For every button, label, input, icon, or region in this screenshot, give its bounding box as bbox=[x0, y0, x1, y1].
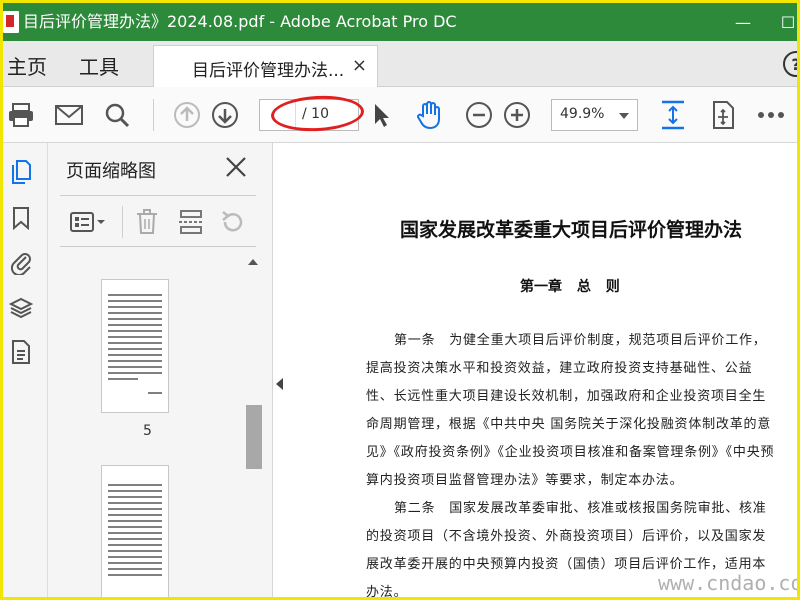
thumbnail-options-icon[interactable] bbox=[68, 208, 108, 236]
layers-icon[interactable] bbox=[8, 295, 34, 321]
rotate-page-icon[interactable] bbox=[218, 208, 248, 236]
minimize-button[interactable]: — bbox=[728, 9, 758, 35]
search-icon[interactable] bbox=[101, 99, 133, 131]
page-thumbnail[interactable] bbox=[101, 465, 169, 597]
zoom-in-icon[interactable] bbox=[501, 99, 533, 131]
collapse-panel-icon[interactable] bbox=[276, 378, 283, 390]
email-icon[interactable] bbox=[53, 99, 85, 131]
tab-document[interactable]: 目后评价管理办法... × bbox=[153, 45, 378, 87]
page-thumbnails-icon[interactable] bbox=[8, 159, 34, 185]
toolbar-divider bbox=[153, 99, 154, 131]
close-tab-button[interactable]: × bbox=[352, 55, 367, 76]
site-watermark: www.cndao.com bbox=[658, 571, 800, 595]
insert-page-icon[interactable] bbox=[176, 208, 206, 236]
zoom-level-dropdown[interactable]: 49.9% bbox=[551, 99, 638, 131]
panel-title: 页面缩略图 bbox=[66, 161, 156, 182]
scroll-up-icon[interactable] bbox=[248, 259, 258, 265]
paragraph-article-1: 第一条 为健全重大项目后评价制度，规范项目后评价工作，提高投资决策水平和投资效益… bbox=[366, 333, 775, 488]
page-number-box: / 10 bbox=[259, 99, 359, 131]
next-page-icon[interactable] bbox=[209, 99, 241, 131]
hand-tool-icon[interactable] bbox=[413, 99, 445, 131]
more-options-icon[interactable] bbox=[755, 99, 787, 131]
window-title: 目后评价管理办法》2024.08.pdf - Adobe Acrobat Pro… bbox=[23, 12, 457, 31]
page-total-label: / 10 bbox=[302, 106, 329, 122]
full-screen-icon[interactable] bbox=[707, 99, 739, 131]
zoom-level-value: 49.9% bbox=[560, 106, 605, 122]
chevron-down-icon bbox=[619, 113, 629, 119]
tab-row: 主页 工具 目后评价管理办法... × ? bbox=[3, 41, 797, 87]
page-thumbnail[interactable] bbox=[101, 279, 169, 413]
acrobat-app-icon bbox=[3, 11, 19, 33]
previous-page-icon[interactable] bbox=[171, 99, 203, 131]
title-bar: 目后评价管理办法》2024.08.pdf - Adobe Acrobat Pro… bbox=[3, 3, 797, 41]
acrobat-window: 目后评价管理办法》2024.08.pdf - Adobe Acrobat Pro… bbox=[0, 0, 800, 600]
bookmark-icon[interactable] bbox=[8, 205, 34, 231]
help-button[interactable]: ? bbox=[783, 51, 797, 77]
toolbar: / 10 49.9% bbox=[3, 87, 797, 143]
zoom-out-icon[interactable] bbox=[463, 99, 495, 131]
page-number-input[interactable] bbox=[260, 100, 296, 130]
page-thumbnails-panel: 页面缩略图 5 bbox=[48, 143, 273, 597]
tab-tools[interactable]: 工具 bbox=[79, 51, 119, 80]
print-icon[interactable] bbox=[5, 99, 37, 131]
scrollbar-thumb[interactable] bbox=[246, 405, 262, 469]
left-navigation-rail bbox=[3, 143, 48, 597]
document-title: 国家发展改革委重大项目后评价管理办法 bbox=[400, 219, 743, 241]
maximize-button[interactable]: ☐ bbox=[773, 9, 797, 35]
attachment-icon[interactable] bbox=[8, 249, 34, 275]
tab-home[interactable]: 主页 bbox=[7, 51, 47, 80]
thumbnail-page-number: 5 bbox=[143, 423, 152, 439]
chapter-heading: 第一章 总 则 bbox=[520, 279, 620, 295]
delete-page-icon[interactable] bbox=[132, 208, 162, 236]
fit-page-icon[interactable] bbox=[657, 99, 689, 131]
panel-divider bbox=[122, 206, 123, 238]
document-view[interactable]: 国家发展改革委重大项目后评价管理办法 第一章 总 则 第一条 为健全重大项目后评… bbox=[286, 143, 797, 597]
document-properties-icon[interactable] bbox=[8, 339, 34, 365]
document-tab-label: 目后评价管理办法... bbox=[192, 61, 345, 81]
thumbnail-scrollbar[interactable] bbox=[244, 255, 262, 597]
close-icon[interactable] bbox=[224, 155, 248, 179]
panel-toolbar bbox=[60, 195, 256, 247]
select-pointer-icon[interactable] bbox=[365, 99, 397, 131]
